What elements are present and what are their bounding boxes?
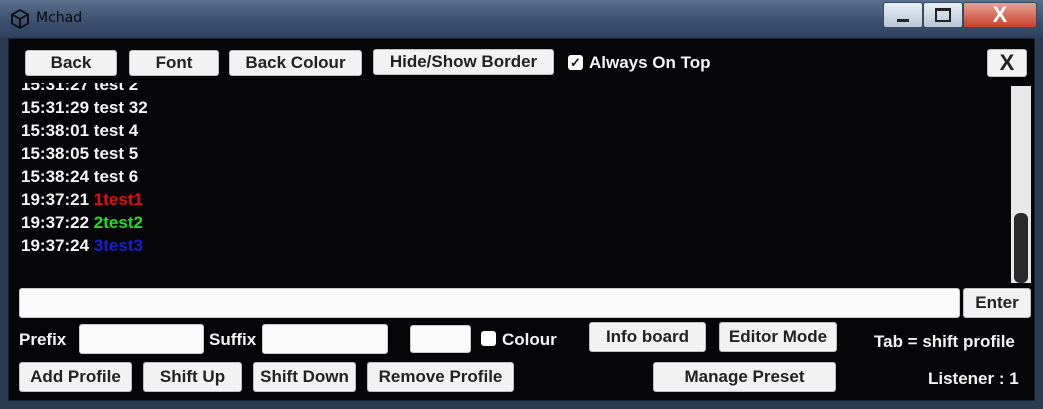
- log-time: 15:38:05: [21, 144, 90, 163]
- shift-up-button[interactable]: Shift Up: [143, 362, 242, 392]
- log-time: 15:38:01: [21, 121, 90, 140]
- font-button[interactable]: Font: [129, 50, 219, 76]
- log-time: 15:31:29: [21, 98, 90, 117]
- back-button[interactable]: Back: [25, 50, 117, 76]
- log-line: 15:31:27 test 2: [21, 83, 138, 96]
- unity-logo-icon: [11, 9, 29, 29]
- log-line: 15:38:01 test 4: [21, 119, 138, 142]
- log-message: 2test2: [93, 213, 143, 232]
- log-message: test 32: [93, 98, 148, 117]
- chat-log: 15:31:27 test 2 15:31:29 test 32 15:38:01 …: [19, 83, 1004, 283]
- checkmark-icon: ✓: [570, 54, 581, 70]
- maximize-button[interactable]: [923, 2, 963, 28]
- add-profile-button[interactable]: Add Profile: [19, 362, 132, 392]
- log-line: 19:37:22 2test2: [21, 211, 143, 234]
- window-title: Mchad: [36, 10, 83, 26]
- always-on-top-checkbox[interactable]: ✓: [568, 55, 583, 70]
- log-line: 19:37:21 1test1: [21, 188, 143, 211]
- app-client-area: Back Font Back Colour Hide/Show Border ✓…: [8, 38, 1035, 401]
- log-message: test 6: [93, 167, 139, 186]
- log-time: 19:37:22: [21, 213, 90, 232]
- info-board-button[interactable]: Info board: [589, 322, 706, 352]
- scrollbar-thumb[interactable]: [1014, 213, 1028, 283]
- remove-profile-button[interactable]: Remove Profile: [367, 362, 514, 392]
- shift-down-button[interactable]: Shift Down: [253, 362, 356, 392]
- suffix-label: Suffix: [209, 330, 257, 349]
- prefix-input[interactable]: [79, 324, 204, 354]
- editor-mode-button[interactable]: Editor Mode: [719, 322, 837, 352]
- chat-scrollbar[interactable]: [1011, 86, 1031, 283]
- colour-input[interactable]: [410, 325, 471, 353]
- close-chat-button[interactable]: X: [987, 49, 1027, 77]
- log-time: 19:37:21: [21, 190, 90, 209]
- log-time: 19:37:24: [21, 236, 90, 255]
- colour-label: Colour: [502, 330, 557, 349]
- prefix-label: Prefix: [19, 330, 67, 349]
- log-message: 3test3: [93, 236, 143, 255]
- colour-checkbox[interactable]: [481, 331, 496, 346]
- hide-show-border-button[interactable]: Hide/Show Border: [373, 49, 554, 75]
- minimize-button[interactable]: [883, 2, 923, 28]
- log-line: 15:38:05 test 5: [21, 142, 138, 165]
- log-message: test 2: [93, 83, 139, 94]
- log-message: test 5: [93, 144, 139, 163]
- title-bar: Mchad X: [0, 0, 1043, 38]
- listener-count: Listener : 1: [928, 369, 1019, 388]
- window-close-button[interactable]: X: [963, 2, 1037, 28]
- log-message: test 4: [93, 121, 139, 140]
- minimize-icon: [897, 18, 909, 22]
- enter-button[interactable]: Enter: [963, 288, 1031, 318]
- tab-hint-text: Tab = shift profile: [874, 332, 1015, 351]
- always-on-top-label: Always On Top: [589, 53, 711, 72]
- manage-preset-button[interactable]: Manage Preset: [653, 362, 836, 392]
- log-time: 15:38:24: [21, 167, 90, 186]
- close-icon: X: [992, 2, 1008, 27]
- log-time: 15:31:27: [21, 83, 90, 94]
- log-line: 15:38:24 test 6: [21, 165, 138, 188]
- log-message: 1test1: [93, 190, 143, 209]
- back-colour-button[interactable]: Back Colour: [229, 50, 362, 76]
- maximize-icon: [935, 8, 951, 22]
- suffix-input[interactable]: [262, 324, 388, 354]
- log-line: 19:37:24 3test3: [21, 234, 143, 257]
- message-input[interactable]: [19, 288, 960, 318]
- log-line: 15:31:29 test 32: [21, 96, 148, 119]
